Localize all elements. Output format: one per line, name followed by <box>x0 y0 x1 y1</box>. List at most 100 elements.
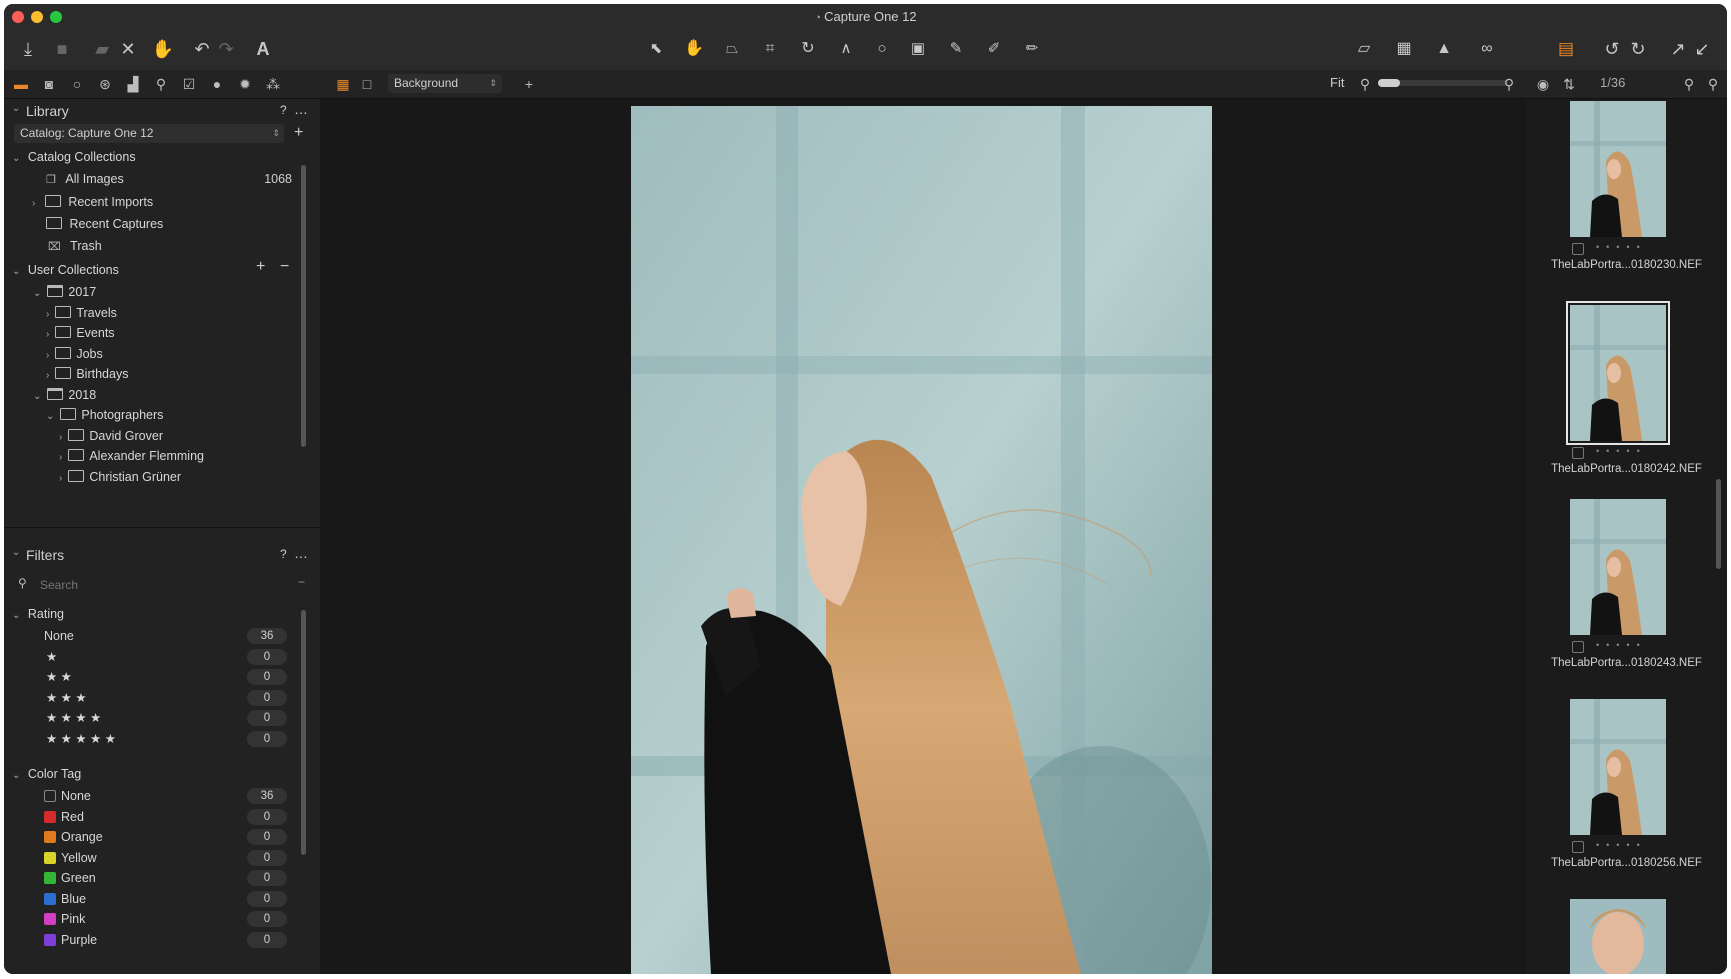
help-icon[interactable]: ? <box>280 547 287 561</box>
chevron-right-icon[interactable]: › <box>59 473 62 484</box>
grid-icon[interactable]: ▦ <box>1392 37 1416 61</box>
collection-item[interactable]: › David Grover <box>59 426 163 446</box>
collection-item[interactable]: ⌄ Photographers <box>46 405 163 425</box>
stack-icon[interactable]: ▤ <box>1554 37 1578 61</box>
layer-select[interactable]: Background ⇕ <box>388 74 502 93</box>
add-collection-icon[interactable]: + <box>256 258 265 276</box>
add-layer-icon[interactable]: + <box>520 75 538 93</box>
add-catalog-icon[interactable]: + <box>294 124 303 142</box>
catalog-select[interactable]: Catalog: Capture One 12 ⇕ <box>14 124 284 143</box>
chevron-down-icon[interactable]: ⌄ <box>33 391 41 402</box>
all-images-item[interactable]: ❐ All Images <box>46 169 124 189</box>
brush-icon[interactable]: ✎ <box>944 37 968 61</box>
trash-item[interactable]: ⌧ Trash <box>48 236 102 256</box>
color-tag-blue-item[interactable]: Blue <box>44 889 86 909</box>
help-icon[interactable]: ? <box>280 103 287 117</box>
text-icon[interactable]: A <box>251 37 275 61</box>
zoom-out-icon[interactable]: ⚲ <box>1356 75 1374 93</box>
search-input[interactable] <box>38 575 292 595</box>
thumbnail-image[interactable] <box>1570 899 1666 974</box>
thumbnail-image[interactable] <box>1570 699 1666 835</box>
user-collections-header[interactable]: ⌄ User Collections <box>12 260 119 280</box>
select-checkbox[interactable] <box>1572 447 1584 459</box>
rating-3-star-item[interactable]: ★ ★ ★ <box>46 688 87 708</box>
erase-icon[interactable]: ✐ <box>982 37 1006 61</box>
warning-icon[interactable]: ▲ <box>1432 37 1456 61</box>
rating-dots[interactable]: ••••• <box>1596 446 1647 456</box>
collection-item[interactable]: › Birthdays <box>46 364 128 384</box>
color-tag-red-item[interactable]: Red <box>44 807 84 827</box>
remove-collection-icon[interactable]: − <box>280 258 289 276</box>
color-tag-orange-item[interactable]: Orange <box>44 827 103 847</box>
undo-history-icon[interactable]: ✋ <box>151 37 175 61</box>
chevron-right-icon[interactable]: › <box>59 452 62 463</box>
thumbnail-image[interactable] <box>1570 101 1666 237</box>
keystone-icon[interactable]: ⏢ <box>720 37 744 61</box>
capture-tab-icon[interactable]: ◙ <box>40 75 58 93</box>
rating-dots[interactable]: ••••• <box>1596 840 1647 850</box>
rating-5-star-item[interactable]: ★ ★ ★ ★ ★ <box>46 729 116 749</box>
mask-icon[interactable]: ▣ <box>906 37 930 61</box>
expand-icon[interactable]: ↗ <box>1666 37 1690 61</box>
more-icon[interactable]: … <box>294 545 308 561</box>
library-tab-icon[interactable]: ▬ <box>12 75 30 93</box>
straighten-icon[interactable]: ∧ <box>834 37 858 61</box>
crop-icon[interactable]: ⌗ <box>758 37 782 61</box>
zoom-level[interactable]: Fit <box>1330 75 1344 90</box>
search-icon[interactable]: ⚲ <box>1680 75 1698 93</box>
spot-icon[interactable]: ○ <box>870 37 894 61</box>
image-viewer[interactable] <box>320 99 1526 974</box>
pan-hand-icon[interactable]: ✋ <box>682 37 706 61</box>
recent-captures-item[interactable]: Recent Captures <box>46 214 163 234</box>
batch-tab-icon[interactable]: ⁂ <box>264 75 282 93</box>
chevron-right-icon[interactable]: › <box>59 432 62 443</box>
select-checkbox[interactable] <box>1572 641 1584 653</box>
collection-item[interactable]: › Travels <box>46 303 117 323</box>
color-tab-icon[interactable]: ⊛ <box>96 75 114 93</box>
rating-4-star-item[interactable]: ★ ★ ★ ★ <box>46 708 101 728</box>
color-tag-none-item[interactable]: None <box>44 786 91 806</box>
rating-dots[interactable]: ••••• <box>1596 640 1647 650</box>
more-icon[interactable]: … <box>294 101 308 117</box>
undo-icon[interactable]: ↶ <box>190 37 214 61</box>
compare-icon[interactable]: ▱ <box>1352 37 1376 61</box>
zoom-in-icon[interactable]: ⚲ <box>1500 75 1518 93</box>
filters-header[interactable]: ⌄ Filters ? … <box>4 543 320 567</box>
recent-imports-item[interactable]: › Recent Imports <box>32 192 153 212</box>
chevron-right-icon[interactable]: › <box>46 370 49 381</box>
collection-item[interactable]: › Jobs <box>46 344 103 364</box>
rotate-icon[interactable]: ↻ <box>796 37 820 61</box>
catalog-collections-header[interactable]: ⌄ Catalog Collections <box>12 147 136 167</box>
color-tag-yellow-item[interactable]: Yellow <box>44 848 97 868</box>
chevron-right-icon[interactable]: › <box>46 329 49 340</box>
rating-dots[interactable]: ••••• <box>1596 242 1647 252</box>
export-icon[interactable]: ▰ <box>90 37 114 61</box>
single-view-icon[interactable]: □ <box>358 75 376 93</box>
zoom-slider[interactable] <box>1378 79 1508 87</box>
rotate-right-icon[interactable]: ↻ <box>1626 37 1650 61</box>
chevron-down-icon[interactable]: ⌄ <box>46 411 54 422</box>
eye-icon[interactable]: ◉ <box>1534 75 1552 93</box>
zoom-slider-thumb[interactable] <box>1378 79 1400 87</box>
filters-scrollbar[interactable] <box>301 610 306 855</box>
filter-search-field[interactable]: ⚲ − <box>14 575 310 595</box>
thumbnail-image[interactable] <box>1570 499 1666 635</box>
clear-search-icon[interactable]: − <box>298 575 305 589</box>
output-tab-icon[interactable]: ✹ <box>236 75 254 93</box>
collection-item[interactable]: ⌄ 2018 <box>33 385 96 405</box>
gradient-icon[interactable]: ✏ <box>1020 37 1044 61</box>
chevron-right-icon[interactable]: › <box>46 350 49 361</box>
collection-item[interactable]: › Alexander Flemming <box>59 446 204 466</box>
color-tag-green-item[interactable]: Green <box>44 868 96 888</box>
exposure-tab-icon[interactable]: ▟ <box>124 75 142 93</box>
details-tab-icon[interactable]: ⚲ <box>152 75 170 93</box>
filter-search-icon[interactable]: ⚲ <box>1704 75 1722 93</box>
select-cursor-icon[interactable]: ⬉ <box>644 37 668 61</box>
chevron-right-icon[interactable]: › <box>46 309 49 320</box>
collection-item[interactable]: ⌄ 2017 <box>33 282 96 302</box>
sort-icon[interactable]: ⇅ <box>1560 75 1578 93</box>
collection-item[interactable]: › Christian Grüner <box>59 467 181 487</box>
library-header[interactable]: ⌄ Library ? … <box>4 99 320 123</box>
select-checkbox[interactable] <box>1572 841 1584 853</box>
redo-icon[interactable]: ↷ <box>214 37 238 61</box>
